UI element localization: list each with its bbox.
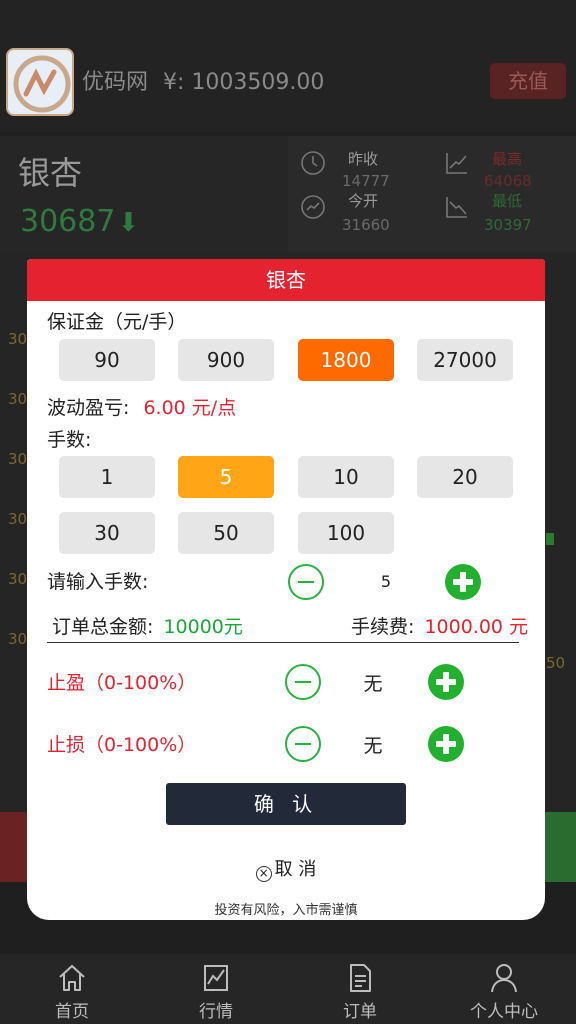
nav-profile-label: 个人中心 (470, 1002, 538, 1022)
take-profit-plus-button[interactable] (428, 664, 464, 700)
margin-option[interactable]: 27000 (417, 339, 513, 381)
open-label: 今开 (348, 192, 379, 210)
lots-option[interactable]: 50 (178, 512, 274, 554)
document-icon (350, 964, 371, 992)
cancel-label: 取 消 (274, 859, 317, 880)
trend-circle-icon (301, 195, 325, 219)
brand-and-balance: 优码网 ¥: 1003509.00 (82, 64, 324, 96)
trend-down-icon (446, 197, 467, 218)
fee-label: 手续费: (351, 616, 415, 638)
axis-label: 30 (8, 390, 28, 408)
axis-label-right: 50 (546, 654, 566, 672)
nav-home-label: 首页 (55, 1002, 89, 1022)
take-profit-minus-button[interactable] (285, 664, 321, 700)
axis-label: 30 (8, 510, 28, 528)
stop-loss-minus-button[interactable] (285, 726, 321, 762)
take-profit-label: 止盈（0-100%） (47, 672, 197, 694)
high-label: 最高 (492, 150, 523, 168)
low-label: 最低 (492, 192, 523, 210)
take-profit-value[interactable]: 无 (343, 669, 403, 696)
chart-icon (204, 965, 228, 991)
low-value: 30397 (484, 216, 532, 234)
current-price-value: 30687 (20, 204, 116, 239)
lots-input[interactable]: 5 (356, 572, 416, 591)
nav-market[interactable]: 行情 (144, 954, 288, 1024)
input-lots-label: 请输入手数: (47, 571, 149, 593)
total-value: 10000元 (163, 616, 243, 638)
lots-plus-button[interactable] (445, 564, 481, 600)
lots-option[interactable]: 100 (298, 512, 394, 554)
axis-label: 30 (8, 450, 28, 468)
total-label: 订单总金额: (52, 616, 154, 638)
lots-minus-button[interactable] (288, 564, 324, 600)
open-value: 31660 (342, 216, 390, 234)
product-name: 银杏 (18, 154, 83, 192)
fee-value: 1000.00 元 (424, 616, 529, 638)
stop-loss-plus-button[interactable] (428, 726, 464, 762)
balance-label: ¥: (163, 70, 185, 95)
user-icon (491, 964, 517, 993)
axis-label: 30 (8, 330, 28, 348)
close-circle-icon: × (255, 866, 272, 882)
down-arrow-icon: ⬇ (117, 208, 140, 238)
stop-loss-label: 止损（0-100%） (47, 734, 197, 756)
prev-close-label: 昨收 (348, 150, 379, 168)
top-bar: 优码网 ¥: 1003509.00 充值 (0, 0, 576, 132)
axis-label: 30 (8, 570, 28, 588)
risk-warning: 投资有风险，入市需谨慎 (214, 903, 358, 918)
margin-label: 保证金（元/手） (47, 311, 187, 333)
lots-option[interactable]: 30 (59, 512, 155, 554)
margin-option[interactable]: 900 (178, 339, 274, 381)
prev-close-value: 14777 (342, 172, 390, 186)
trend-up-icon (446, 153, 467, 174)
quote-main: 银杏 30687⬇ (0, 136, 288, 252)
margin-option[interactable]: 90 (59, 339, 155, 381)
axis-label: 30 (8, 630, 28, 648)
quote-panel: 银杏 30687⬇ 昨收 14777 今开 31660 最高 64068 最低 … (0, 136, 576, 252)
nav-orders[interactable]: 订单 (288, 954, 432, 1024)
home-icon (59, 965, 85, 991)
order-modal: 银杏 保证金（元/手） 90 900 1800 27000 波动盈亏: 6.00… (27, 259, 545, 920)
fluct-value: 6.00 元/点 (143, 397, 237, 419)
divider (47, 642, 519, 643)
high-value: 64068 (484, 172, 532, 186)
recharge-button[interactable]: 充值 (490, 63, 566, 99)
fluct-row: 波动盈亏: 6.00 元/点 (47, 393, 236, 420)
brand-logo (6, 48, 74, 116)
lots-label: 手数: (47, 429, 92, 451)
modal-title: 银杏 (27, 259, 545, 301)
fluct-label: 波动盈亏: (47, 397, 130, 419)
cancel-button[interactable]: × 取 消 (27, 855, 545, 882)
confirm-button[interactable]: 确 认 (166, 783, 406, 825)
brand-name: 优码网 (82, 70, 149, 95)
nav-orders-label: 订单 (343, 1002, 377, 1022)
chart-mark (546, 533, 554, 545)
lots-option[interactable]: 20 (417, 456, 513, 498)
fee-row: 手续费: 1000.00 元 (351, 612, 528, 639)
nav-home[interactable]: 首页 (0, 954, 144, 1024)
buy-down-button-background (540, 812, 576, 882)
lots-option[interactable]: 10 (298, 456, 394, 498)
current-price: 30687⬇ (20, 204, 139, 239)
lots-option-selected[interactable]: 5 (178, 456, 274, 498)
nav-market-label: 行情 (199, 1002, 233, 1022)
margin-option-selected[interactable]: 1800 (298, 339, 394, 381)
clock-icon (301, 151, 325, 175)
bottom-nav: 首页 行情 订单 个人中心 (0, 954, 576, 1024)
nav-profile[interactable]: 个人中心 (432, 954, 576, 1024)
lots-option[interactable]: 1 (59, 456, 155, 498)
balance-value: 1003509.00 (191, 70, 325, 95)
stop-loss-value[interactable]: 无 (343, 731, 403, 758)
total-row: 订单总金额: 10000元 (52, 612, 243, 639)
